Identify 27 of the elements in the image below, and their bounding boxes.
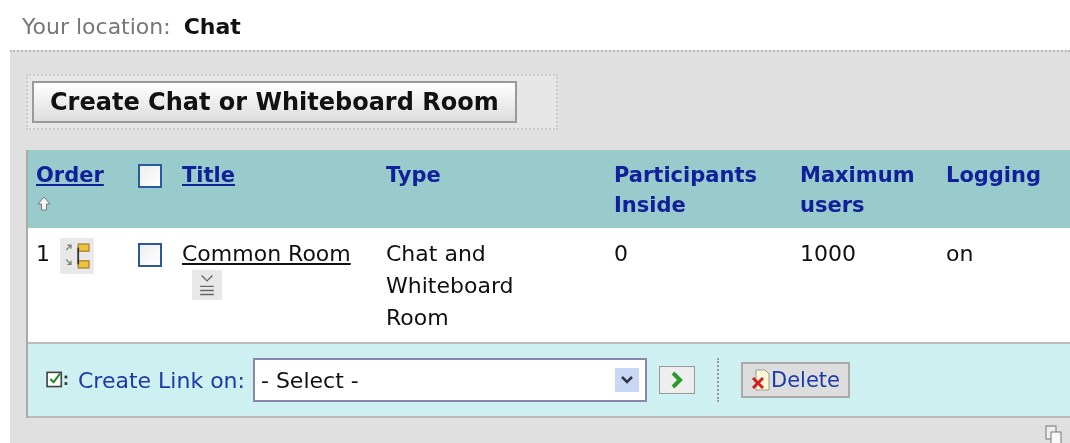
create-room-button[interactable]: Create Chat or Whiteboard Room — [32, 81, 517, 123]
move-icon[interactable] — [60, 238, 94, 274]
table-cell: on — [938, 228, 1070, 342]
table-cell: 0 — [606, 228, 792, 342]
copy-icon[interactable] — [1044, 424, 1064, 443]
room-link[interactable]: Common Room — [182, 241, 351, 266]
column-header: Participants Inside — [606, 150, 792, 228]
column-header: Logging — [938, 150, 1070, 228]
go-button-icon[interactable] — [658, 366, 695, 394]
checkbox-icon — [46, 370, 70, 390]
select-all-checkbox[interactable] — [138, 164, 162, 188]
table-cell: Chat and Whiteboard Room — [378, 228, 606, 342]
column-header: Maximum users — [792, 150, 938, 228]
location-value: Chat — [183, 14, 241, 39]
link-target-dropdown[interactable]: - Select - — [252, 358, 647, 402]
location-label: Your location: — [22, 14, 171, 39]
table-cell: 1 — [28, 228, 130, 342]
sort-ascending-icon[interactable] — [36, 196, 52, 212]
column-header: Type — [378, 150, 606, 228]
column-header[interactable]: Title — [174, 150, 378, 228]
row-checkbox[interactable] — [138, 243, 162, 267]
table-cell: 1000 — [792, 228, 938, 342]
delete-button[interactable]: Delete — [740, 362, 850, 398]
expand-menu-icon[interactable] — [192, 270, 222, 300]
column-header[interactable]: Order — [28, 150, 130, 228]
delete-icon — [750, 369, 771, 391]
create-link-label: Create Link on: — [78, 367, 245, 393]
